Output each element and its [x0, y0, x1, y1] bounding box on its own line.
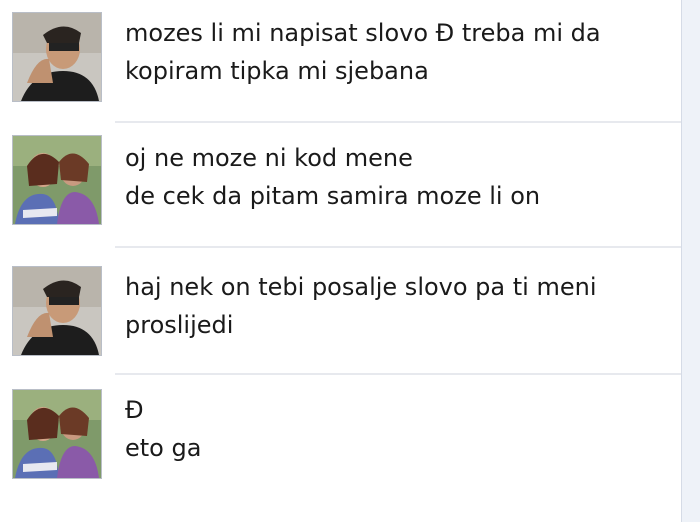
chat-message: haj nek on tebi posalje slovo pa ti meni… — [0, 248, 682, 372]
message-line: de cek da pitam samira moze li on — [125, 182, 541, 210]
message-line: eto ga — [125, 434, 202, 462]
message-line: haj nek on tebi posalje slovo pa ti meni — [125, 273, 597, 301]
avatar-user-b[interactable] — [12, 135, 102, 225]
avatar-user-b[interactable] — [12, 389, 102, 479]
message-line: proslijedi — [125, 311, 234, 339]
chat-message: Đ eto ga — [0, 375, 682, 522]
message-text: Đ eto ga — [125, 391, 670, 467]
chat-message: mozes li mi napisat slovo Đ treba mi da … — [0, 0, 682, 122]
message-line: kopiram tipka mi sjebana — [125, 57, 429, 85]
message-text: mozes li mi napisat slovo Đ treba mi da … — [125, 14, 670, 90]
message-line: oj ne moze ni kod mene — [125, 144, 413, 172]
scrollbar-track[interactable] — [681, 0, 700, 522]
chat-message: oj ne moze ni kod mene de cek da pitam s… — [0, 123, 682, 247]
chat-transcript: mozes li mi napisat slovo Đ treba mi da … — [0, 0, 682, 522]
message-text: haj nek on tebi posalje slovo pa ti meni… — [125, 268, 670, 344]
message-line: mozes li mi napisat slovo Đ treba mi da — [125, 19, 601, 47]
message-line: Đ — [125, 396, 144, 424]
avatar-user-a[interactable] — [12, 12, 102, 102]
avatar-user-a[interactable] — [12, 266, 102, 356]
message-text: oj ne moze ni kod mene de cek da pitam s… — [125, 139, 670, 215]
